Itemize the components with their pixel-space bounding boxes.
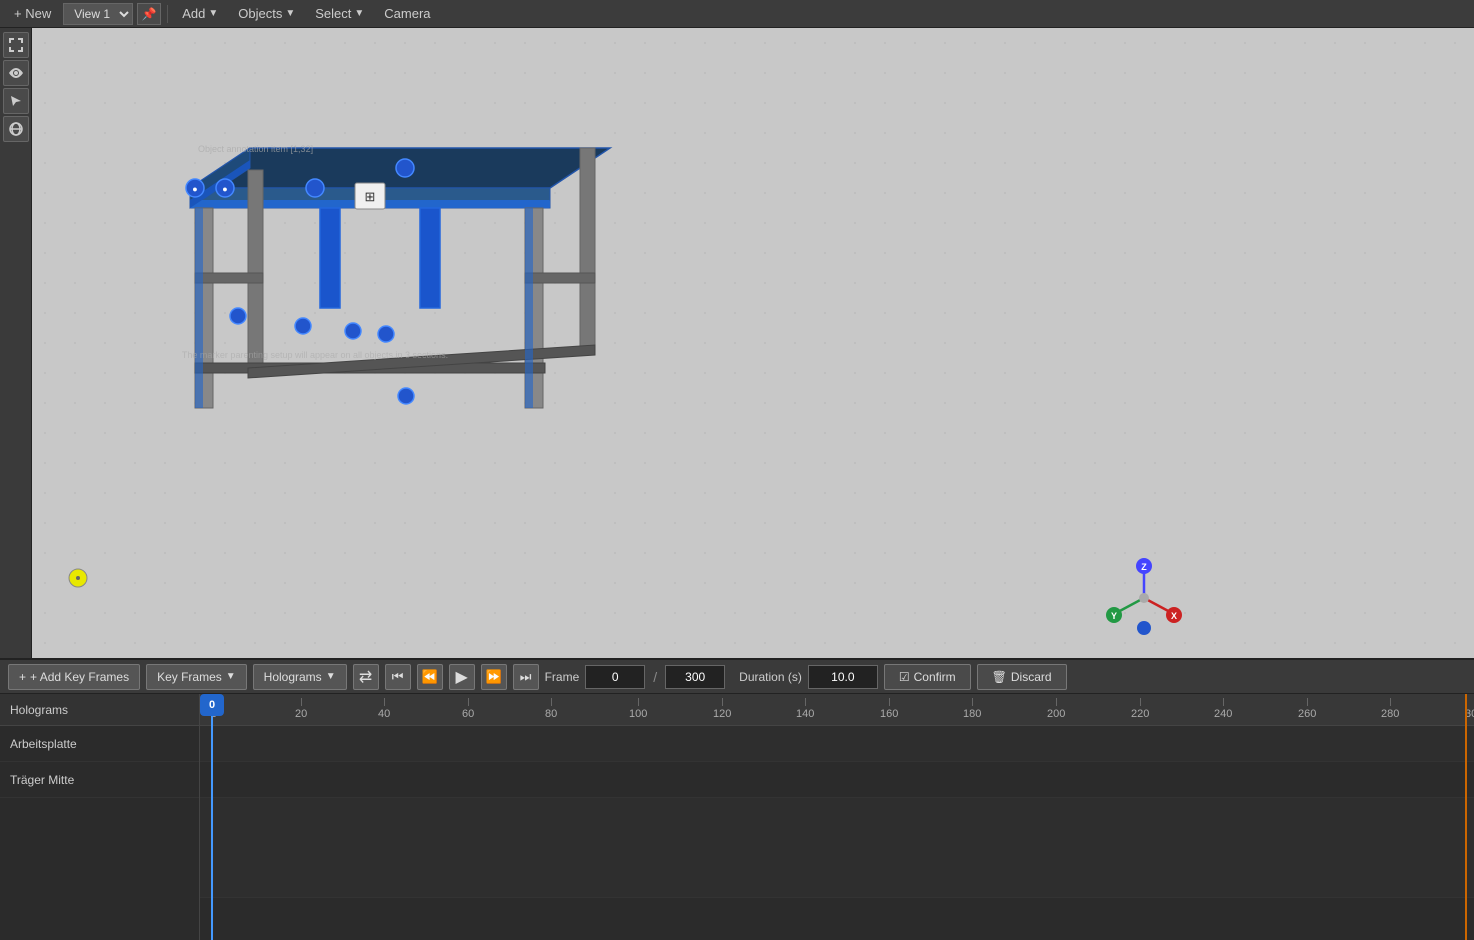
holograms-dropdown[interactable]: Holograms ▼ (253, 664, 347, 690)
frame-total-input[interactable] (665, 665, 725, 689)
pin-button[interactable]: 📌 (137, 3, 161, 25)
holograms-chevron-icon: ▼ (326, 671, 336, 682)
ruler-mark-140: 140 (796, 694, 814, 720)
maximize-tool[interactable] (3, 32, 29, 58)
left-toolbar (0, 28, 32, 658)
pin-icon: 📌 (142, 7, 157, 21)
axis-gizmo: Z X Y (1104, 558, 1184, 638)
svg-text:Object annotation item [1,32]: Object annotation item [1,32] (198, 144, 313, 154)
svg-text:●: ● (192, 184, 197, 194)
frame-separator: / (651, 669, 659, 685)
new-button[interactable]: + New (6, 4, 59, 23)
select-chevron-icon: ▼ (354, 8, 364, 19)
ruler-mark-240: 240 (1214, 694, 1232, 720)
eye-tool[interactable] (3, 60, 29, 86)
end-frame-marker (1465, 694, 1467, 940)
ruler-mark-160: 160 (880, 694, 898, 720)
duration-input[interactable] (808, 665, 878, 689)
svg-text:X: X (1171, 611, 1177, 621)
confirm-button[interactable]: ☑ Confirm (884, 664, 971, 690)
objects-menu[interactable]: Objects ▼ (230, 4, 303, 23)
ruler-mark-180: 180 (963, 694, 981, 720)
table-model: ● ● ⊞ (130, 108, 650, 508)
timeline-tracks[interactable]: 0204060801001201401601802002202402602803… (200, 694, 1474, 940)
ruler-mark-40: 40 (378, 694, 390, 720)
svg-text:The marker parenting setup wil: The marker parenting setup will appear o… (182, 350, 448, 360)
forward-icon: ⏩ (486, 669, 502, 685)
ruler-mark-200: 200 (1047, 694, 1065, 720)
play-button[interactable]: ▶ (449, 664, 475, 690)
track-row-empty-1 (200, 798, 1474, 898)
confirm-checkbox-icon: ☑ (899, 670, 910, 684)
frame-current-input[interactable] (585, 665, 645, 689)
hologram-item-traeger[interactable]: Träger Mitte (0, 762, 199, 798)
new-label: + New (14, 6, 51, 21)
svg-text:Z: Z (1141, 562, 1147, 572)
forward-button[interactable]: ⏩ (481, 664, 507, 690)
hologram-list-header: Holograms (0, 694, 199, 726)
ruler-mark-60: 60 (462, 694, 474, 720)
arrow-tool[interactable] (3, 88, 29, 114)
cursor (68, 568, 86, 586)
timeline-bar: + + Add Key Frames Key Frames ▼ Hologram… (0, 658, 1474, 694)
playhead[interactable]: 0 (211, 694, 213, 940)
camera-menu[interactable]: Camera (376, 4, 438, 23)
svg-text:⊞: ⊞ (365, 189, 376, 204)
end-icon: ⏭ (520, 669, 532, 685)
keyframes-dropdown[interactable]: Key Frames ▼ (146, 664, 247, 690)
ruler-mark-280: 280 (1381, 694, 1399, 720)
view-dropdown[interactable]: View 1 (63, 3, 133, 25)
viewport-3d[interactable]: ● ● ⊞ (0, 28, 1474, 658)
orbit-tool[interactable] (3, 116, 29, 142)
timeline-ruler: 0204060801001201401601802002202402602803… (200, 694, 1474, 726)
add-keyframes-plus-icon: + (19, 670, 26, 684)
playhead-marker: 0 (200, 694, 224, 716)
hologram-list: Holograms Arbeitsplatte Träger Mitte (0, 694, 200, 940)
duration-label: Duration (s) (739, 670, 802, 684)
svg-text:Y: Y (1111, 611, 1117, 621)
add-keyframes-button[interactable]: + + Add Key Frames (8, 664, 140, 690)
play-icon: ▶ (455, 667, 467, 687)
discard-trash-icon: 🗑 (992, 670, 1007, 684)
frame-label: Frame (545, 670, 580, 684)
add-chevron-icon: ▼ (208, 8, 218, 19)
ruler-mark-220: 220 (1131, 694, 1149, 720)
rewind-button[interactable]: ⏪ (417, 664, 443, 690)
prev-icon: ⏮ (392, 669, 404, 685)
timeline-area: Holograms Arbeitsplatte Träger Mitte 0 20… (0, 694, 1474, 940)
rewind-icon: ⏪ (422, 669, 438, 685)
objects-chevron-icon: ▼ (285, 8, 295, 19)
ruler-mark-260: 260 (1298, 694, 1316, 720)
keyframes-chevron-icon: ▼ (226, 671, 236, 682)
top-menubar: + New View 1 📌 Add ▼ Objects ▼ Select ▼ … (0, 0, 1474, 28)
ruler-mark-120: 120 (713, 694, 731, 720)
track-row-arbeitsplatte[interactable] (200, 726, 1474, 762)
prev-button[interactable]: ⏮ (385, 664, 411, 690)
select-menu[interactable]: Select ▼ (307, 4, 372, 23)
ruler-mark-100: 100 (629, 694, 647, 720)
add-menu[interactable]: Add ▼ (174, 4, 226, 23)
ruler-mark-80: 80 (545, 694, 557, 720)
track-row-traeger[interactable] (200, 762, 1474, 798)
sync-button[interactable]: ⇄ (353, 664, 379, 690)
ruler-mark-20: 20 (295, 694, 307, 720)
separator (167, 5, 168, 23)
svg-text:●: ● (222, 184, 227, 194)
hologram-item-arbeitsplatte[interactable]: Arbeitsplatte (0, 726, 199, 762)
discard-button[interactable]: 🗑 Discard (977, 664, 1067, 690)
sync-icon: ⇄ (359, 667, 372, 687)
end-button[interactable]: ⏭ (513, 664, 539, 690)
